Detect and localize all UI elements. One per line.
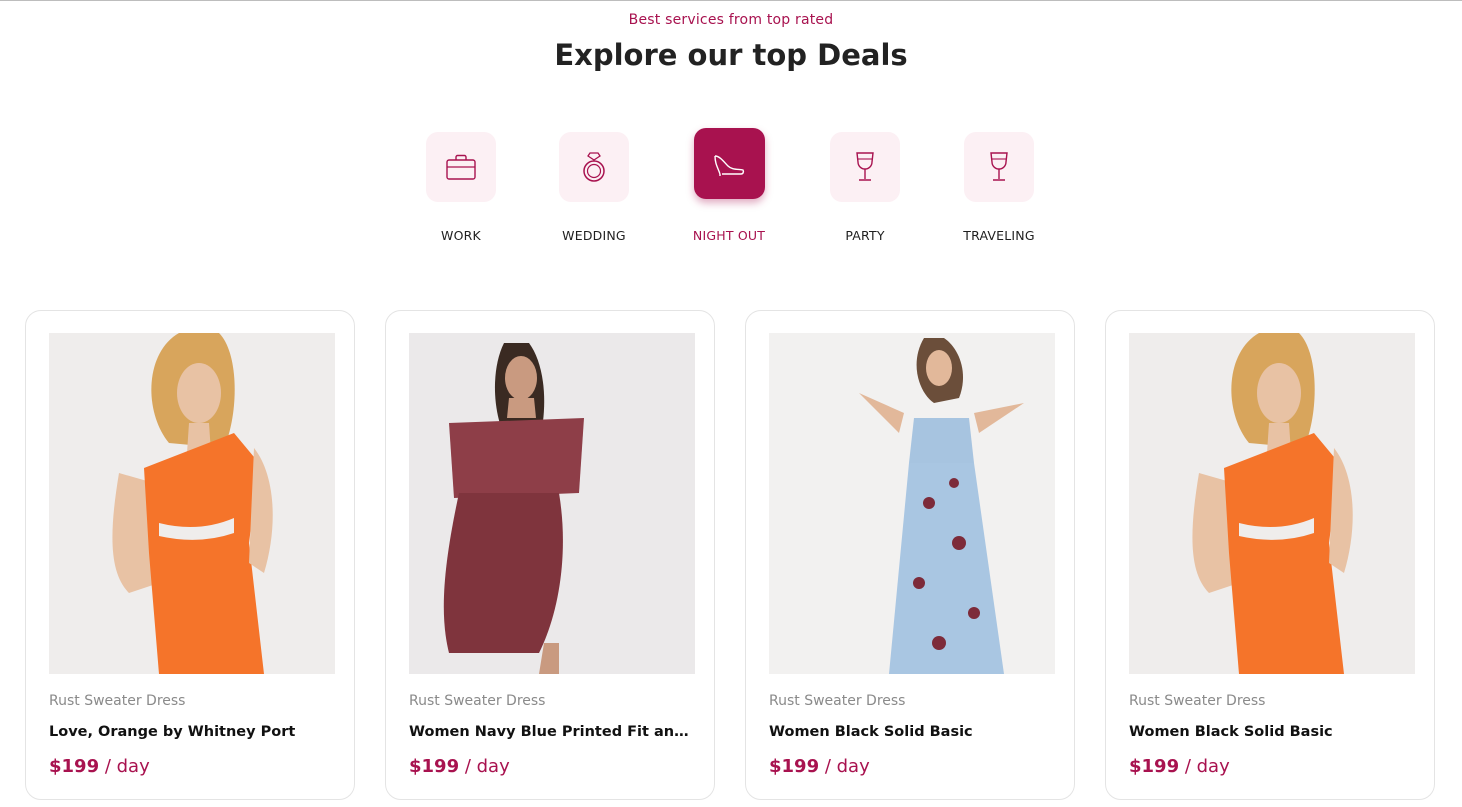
product-card[interactable]: Rust Sweater Dress Women Black Solid Bas… (1105, 310, 1435, 800)
section-subtitle: Best services from top rated (628, 12, 834, 28)
category-label[interactable]: PARTY (810, 228, 920, 243)
category-night-out[interactable]: NIGHT OUT (674, 128, 784, 243)
price-value: $199 (49, 756, 100, 777)
product-card[interactable]: Rust Sweater Dress Women Black Solid Bas… (745, 310, 1075, 800)
product-category: Rust Sweater Dress (769, 693, 906, 709)
product-name[interactable]: Women Navy Blue Printed Fit and Flare Dr… (409, 724, 695, 740)
product-image[interactable] (1129, 333, 1415, 674)
product-image[interactable] (769, 333, 1055, 674)
category-work[interactable]: WORK (406, 132, 516, 243)
product-price: $199 / day (769, 756, 870, 777)
price-unit: / day (819, 756, 870, 777)
product-name[interactable]: Women Black Solid Basic (1129, 724, 1415, 740)
ring-icon (583, 152, 605, 182)
product-price: $199 / day (49, 756, 150, 777)
product-price: $199 / day (1129, 756, 1230, 777)
product-card[interactable]: Rust Sweater Dress Women Navy Blue Print… (385, 310, 715, 800)
category-traveling-tile[interactable] (964, 132, 1034, 202)
category-label[interactable]: WORK (406, 228, 516, 243)
category-party[interactable]: PARTY (810, 132, 920, 243)
product-category: Rust Sweater Dress (1129, 693, 1266, 709)
briefcase-icon (446, 154, 476, 180)
section-title: Explore our top Deals (554, 38, 908, 72)
price-unit: / day (459, 756, 510, 777)
wine-glass-icon (990, 152, 1008, 181)
category-traveling[interactable]: TRAVELING (944, 132, 1054, 243)
category-label[interactable]: WEDDING (539, 228, 649, 243)
product-category: Rust Sweater Dress (409, 693, 546, 709)
top-divider (0, 0, 1462, 1)
high-heel-icon (714, 154, 745, 176)
category-wedding-tile[interactable] (559, 132, 629, 202)
category-party-tile[interactable] (830, 132, 900, 202)
category-wedding[interactable]: WEDDING (539, 132, 649, 243)
product-category: Rust Sweater Dress (49, 693, 186, 709)
product-name[interactable]: Love, Orange by Whitney Port (49, 724, 335, 740)
product-image[interactable] (49, 333, 335, 674)
category-work-tile[interactable] (426, 132, 496, 202)
product-image[interactable] (409, 333, 695, 674)
price-unit: / day (1179, 756, 1230, 777)
price-value: $199 (409, 756, 460, 777)
category-night-out-tile[interactable] (693, 128, 765, 199)
price-value: $199 (1129, 756, 1180, 777)
category-label[interactable]: TRAVELING (944, 228, 1054, 243)
wine-glass-icon (856, 152, 874, 181)
product-price: $199 / day (409, 756, 510, 777)
product-card[interactable]: Rust Sweater Dress Love, Orange by Whitn… (25, 310, 355, 800)
category-label[interactable]: NIGHT OUT (674, 228, 784, 243)
price-unit: / day (99, 756, 150, 777)
product-name[interactable]: Women Black Solid Basic (769, 724, 1055, 740)
price-value: $199 (769, 756, 820, 777)
